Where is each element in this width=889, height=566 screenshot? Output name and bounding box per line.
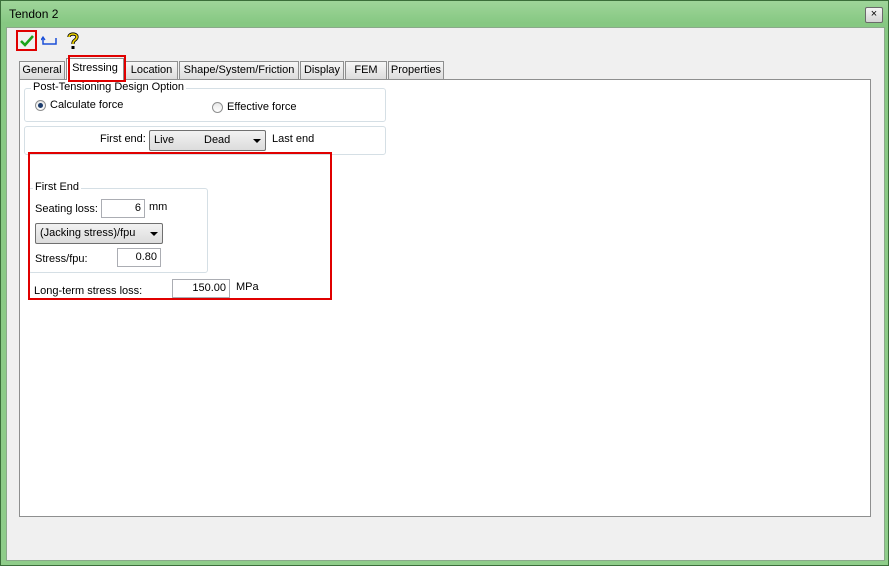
- long-term-loss-label: Long-term stress loss:: [34, 285, 143, 297]
- radio-unselected-icon: [212, 101, 223, 113]
- calculate-force-label: Calculate force: [50, 99, 124, 111]
- dialog-client-area: General Stressing Location Shape/System/…: [6, 27, 885, 561]
- stress-fpu-input[interactable]: 0.80: [117, 248, 161, 267]
- help-icon: [67, 32, 79, 49]
- calculate-force-radio[interactable]: Calculate force: [35, 99, 123, 111]
- stress-type-combo[interactable]: (Jacking stress)/fpu: [35, 223, 163, 244]
- tab-shape-system-friction[interactable]: Shape/System/Friction: [179, 61, 299, 79]
- stress-fpu-label: Stress/fpu:: [35, 253, 88, 265]
- first-end-group: First End Seating loss: 6 mm (Jacking st…: [28, 181, 208, 273]
- post-tensioning-legend: Post-Tensioning Design Option: [31, 81, 187, 93]
- first-end-combo[interactable]: Live Dead: [149, 130, 266, 151]
- seating-loss-label: Seating loss:: [35, 203, 98, 215]
- first-end-value-dead: Dead: [204, 134, 231, 146]
- last-end-label: Last end: [272, 133, 315, 145]
- ends-group: First end: Live Dead Last end: [24, 126, 386, 155]
- first-end-value-live: Live: [154, 134, 175, 146]
- chevron-down-icon: [253, 139, 261, 143]
- post-tensioning-group: Post-Tensioning Design Option Calculate …: [24, 81, 386, 122]
- stressing-panel: Post-Tensioning Design Option Calculate …: [19, 79, 871, 517]
- dialog-window: Tendon 2 × General Stressing Location Sh…: [0, 0, 889, 566]
- effective-force-label: Effective force: [227, 101, 297, 113]
- seating-loss-unit: mm: [149, 201, 168, 213]
- title-bar[interactable]: Tendon 2 ×: [1, 1, 888, 25]
- effective-force-radio[interactable]: Effective force: [212, 101, 297, 113]
- help-button[interactable]: [65, 32, 81, 50]
- first-end-label: First end:: [100, 133, 146, 145]
- radio-selected-icon: [35, 99, 46, 111]
- stress-type-value: (Jacking stress)/fpu: [40, 227, 136, 239]
- tab-properties[interactable]: Properties: [388, 61, 444, 79]
- tab-display[interactable]: Display: [300, 61, 344, 79]
- long-term-loss-unit: MPa: [236, 281, 259, 293]
- tab-fem[interactable]: FEM: [345, 61, 387, 79]
- seating-loss-input[interactable]: 6: [101, 199, 145, 218]
- close-button[interactable]: ×: [865, 7, 883, 23]
- long-term-loss-input[interactable]: 150.00: [172, 279, 230, 298]
- ok-button[interactable]: [16, 30, 37, 51]
- first-end-legend: First End: [33, 181, 82, 193]
- tab-location[interactable]: Location: [125, 61, 178, 79]
- chevron-down-icon: [150, 232, 158, 236]
- window-title: Tendon 2: [9, 7, 59, 21]
- reset-icon: [40, 35, 57, 45]
- tab-stressing[interactable]: Stressing: [66, 58, 124, 80]
- checkmark-icon: [20, 35, 34, 47]
- reset-button[interactable]: [40, 34, 59, 48]
- tab-general[interactable]: General: [19, 61, 65, 79]
